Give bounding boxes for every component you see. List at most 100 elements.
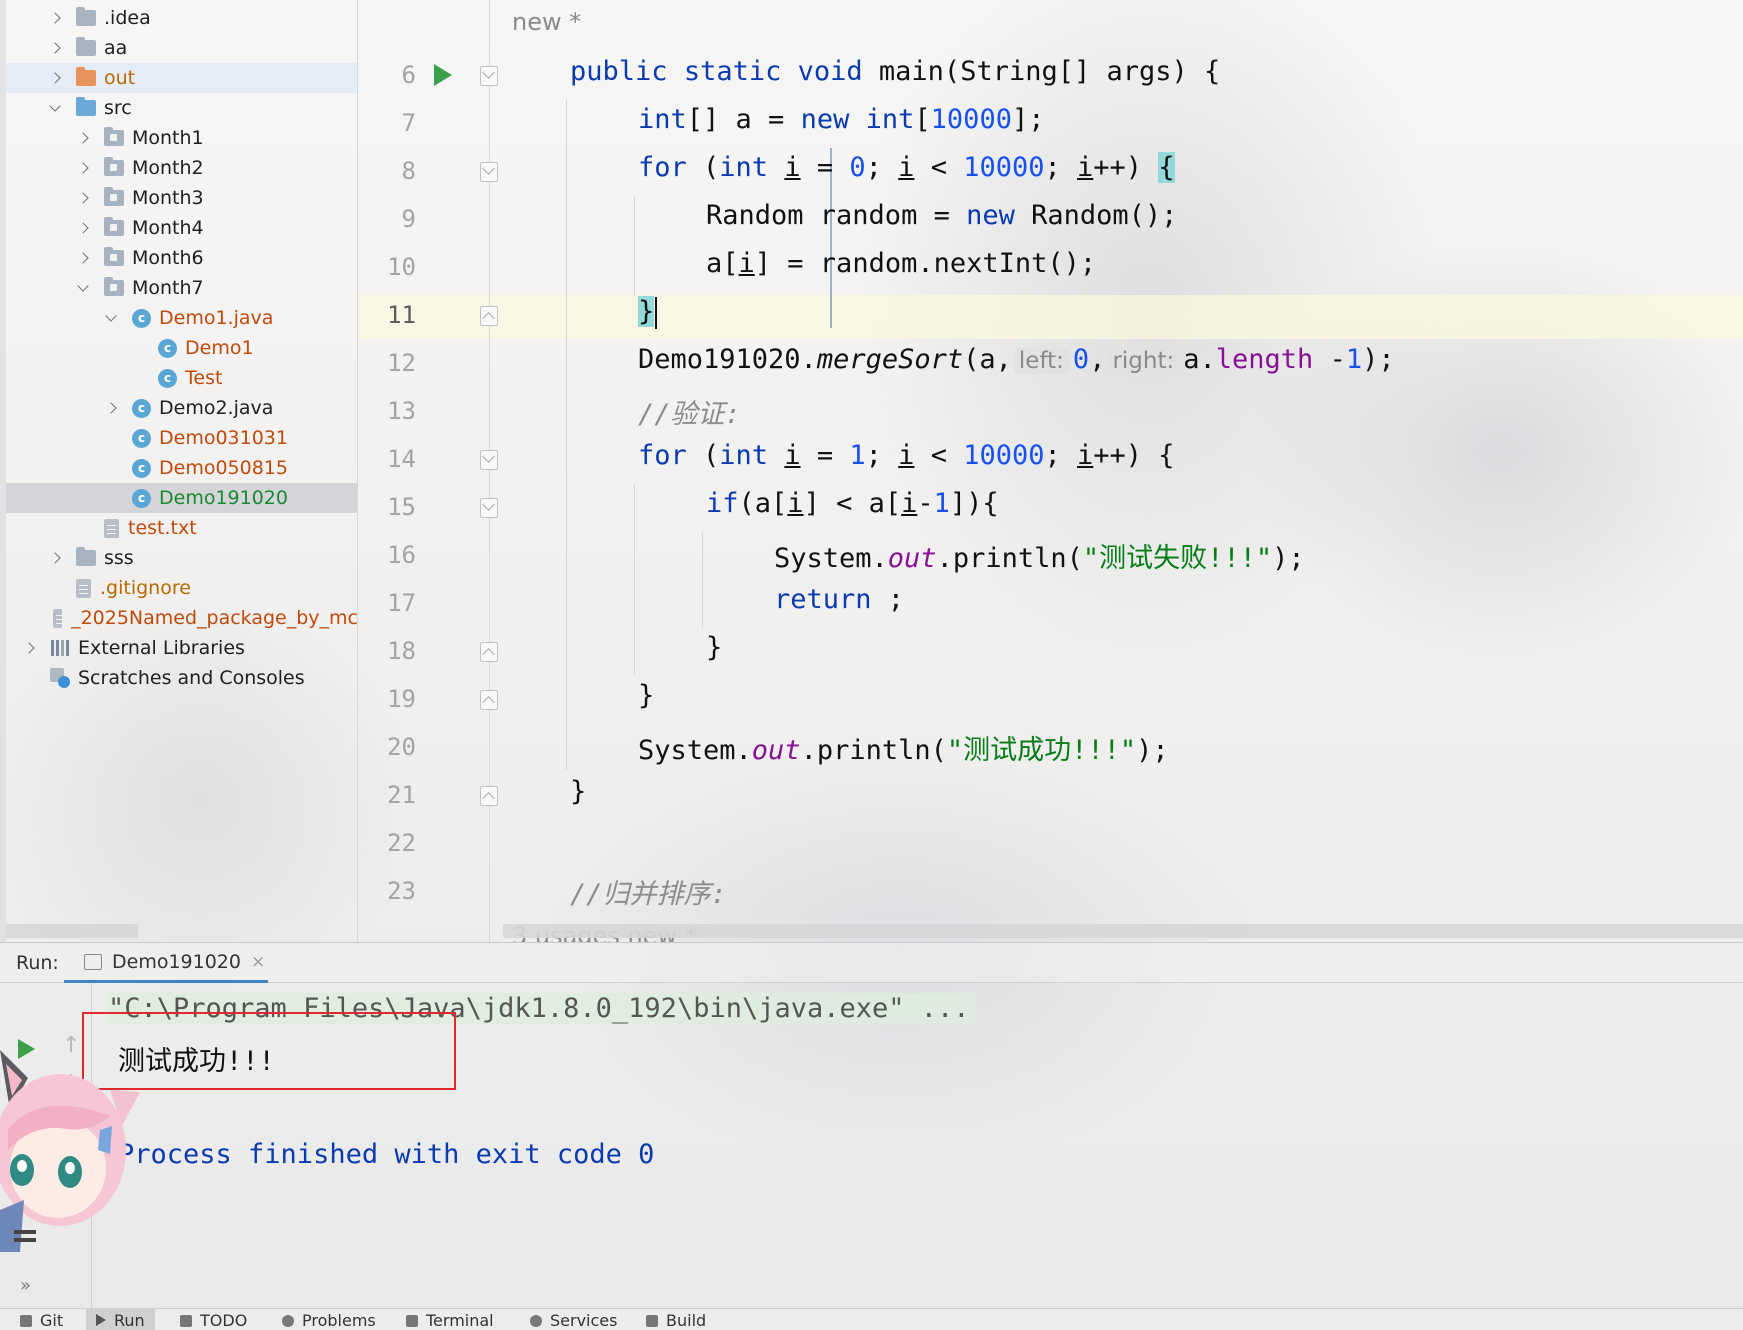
code-line-21[interactable]: } [570, 776, 586, 807]
close-icon[interactable]: × [251, 952, 265, 972]
code-line-19[interactable]: } [638, 680, 654, 711]
terminal-icon [406, 1314, 418, 1327]
chevron-down-icon[interactable] [48, 101, 62, 115]
problems-tool-button[interactable]: Problems [282, 1311, 376, 1330]
token: ] = random.nextInt(); [754, 248, 1097, 279]
usage-hint[interactable]: new * [512, 8, 581, 36]
token: "测试失败!!!" [1082, 543, 1273, 574]
tree-item-label: Demo1 [185, 337, 254, 359]
tree-item-label: src [104, 97, 132, 119]
chevron-right-icon[interactable] [104, 401, 118, 415]
run-tool-button[interactable]: Run [86, 1309, 155, 1330]
project-horizontal-scrollbar[interactable] [6, 924, 138, 938]
code-line-11[interactable]: } [638, 296, 658, 329]
tree-item[interactable]: Month4 [6, 213, 357, 243]
code-line-20[interactable]: System.out.println("测试成功!!!"); [638, 728, 1169, 767]
token: Random random = [706, 200, 967, 231]
code-line-14[interactable]: for (int i = 1; i < 10000; i++) { [638, 440, 1175, 471]
todo-tool-button[interactable]: TODO [180, 1311, 247, 1330]
tree-item[interactable]: out [6, 63, 357, 93]
tree-item[interactable]: c Demo1 [6, 333, 357, 363]
library-icon [50, 639, 70, 657]
code-line-15[interactable]: if(a[i] < a[i-1]){ [706, 488, 999, 519]
tree-item[interactable]: Scratches and Consoles [6, 663, 357, 693]
fold-icon[interactable] [480, 690, 498, 710]
git-tool-button[interactable]: Git [20, 1311, 63, 1330]
chevron-right-icon[interactable] [76, 191, 90, 205]
code-line-9[interactable]: Random random = new Random(); [706, 200, 1177, 231]
fold-icon[interactable] [480, 66, 498, 86]
line-number: 20 [387, 733, 416, 761]
tree-item-label: Demo191020 [159, 487, 288, 509]
chevron-down-icon[interactable] [76, 281, 90, 295]
code-line-18[interactable]: } [706, 632, 722, 663]
tree-item[interactable]: _2025Named_package_by_mc [6, 603, 358, 633]
chevron-right-icon[interactable] [48, 11, 62, 25]
token: ); [1362, 344, 1395, 375]
tree-item[interactable]: Month3 [6, 183, 357, 213]
chevron-down-icon[interactable] [104, 311, 118, 325]
fold-icon[interactable] [480, 786, 498, 806]
chevron-right-icon[interactable] [76, 221, 90, 235]
code-line-16[interactable]: System.out.println("测试失败!!!"); [774, 536, 1305, 575]
code-line-12[interactable]: Demo191020.mergeSort(a, left: 0, right: a.le… [638, 344, 1395, 375]
more-actions-icon[interactable]: » [20, 1275, 31, 1296]
token: ; [865, 152, 899, 183]
tree-item-label: _2025Named_package_by_mc [71, 607, 358, 629]
token: 0 [1072, 344, 1090, 375]
tree-item[interactable]: .idea [6, 3, 357, 33]
console-exit-message[interactable]: Process finished with exit code 0 [118, 1139, 654, 1170]
tree-item[interactable]: Month6 [6, 243, 357, 273]
chevron-right-icon[interactable] [22, 641, 36, 655]
run-tab-demo191020[interactable]: Demo191020 × [64, 943, 268, 983]
matched-brace: { [1158, 152, 1175, 183]
fold-icon[interactable] [480, 306, 498, 326]
fold-icon[interactable] [480, 642, 498, 662]
run-gutter-icon[interactable] [434, 64, 452, 86]
token: ]; [1011, 104, 1045, 135]
code-line-7[interactable]: int[] a = new int[10000]; [638, 104, 1044, 135]
build-tool-button[interactable]: Build [646, 1311, 706, 1330]
file-icon [104, 518, 119, 538]
tree-item[interactable]: c Test [6, 363, 357, 393]
terminal-tool-button[interactable]: Terminal [406, 1311, 494, 1330]
tree-item[interactable]: c Demo050815 [6, 453, 357, 483]
tree-item[interactable]: c Demo191020 [6, 483, 357, 513]
code-editor[interactable]: 6 7 8 9 10 11 12 13 14 15 16 17 18 19 20 21 22 23 new * p… [358, 0, 1743, 942]
chevron-right-icon[interactable] [48, 551, 62, 565]
chevron-right-icon[interactable] [76, 161, 90, 175]
run-label: Run: [16, 952, 59, 974]
tree-item[interactable]: Month1 [6, 123, 357, 153]
tree-item[interactable]: c Demo031031 [6, 423, 357, 453]
services-tool-button[interactable]: Services [530, 1311, 617, 1330]
code-line-10[interactable]: a[i] = random.nextInt(); [706, 248, 1096, 279]
fold-icon[interactable] [480, 498, 498, 518]
code-line-23[interactable]: //归并排序: [570, 872, 727, 911]
code-line-13[interactable]: //验证: [638, 392, 741, 431]
chevron-right-icon[interactable] [76, 251, 90, 265]
code-line-6[interactable]: public static void main(String[] args) { [570, 56, 1220, 87]
code-line-8[interactable]: for (int i = 0; i < 10000; i++) { [638, 152, 1175, 183]
chevron-right-icon[interactable] [48, 41, 62, 55]
tree-item[interactable]: sss [6, 543, 357, 573]
tree-item[interactable]: c Demo2.java [6, 393, 357, 423]
chevron-right-icon[interactable] [48, 71, 62, 85]
tree-item[interactable]: src [6, 93, 357, 123]
fold-icon[interactable] [480, 450, 498, 470]
token: ; [865, 440, 899, 471]
java-class-icon: c [158, 368, 177, 388]
tree-item[interactable]: test.txt [6, 513, 357, 543]
token: i [898, 152, 915, 183]
tree-item[interactable]: Month7 [6, 273, 357, 303]
code-line-17[interactable]: return ; [774, 584, 904, 615]
tree-item[interactable]: c Demo1.java [6, 303, 357, 333]
tree-item[interactable]: Month2 [6, 153, 357, 183]
tree-item[interactable]: External Libraries [6, 633, 357, 663]
tree-item[interactable]: .gitignore [6, 573, 357, 603]
tree-item-label: Scratches and Consoles [78, 667, 305, 689]
fold-icon[interactable] [480, 162, 498, 182]
tree-item[interactable]: aa [6, 33, 357, 63]
chevron-right-icon[interactable] [76, 131, 90, 145]
editor-horizontal-scrollbar[interactable] [503, 924, 1743, 938]
token: i [784, 440, 801, 471]
